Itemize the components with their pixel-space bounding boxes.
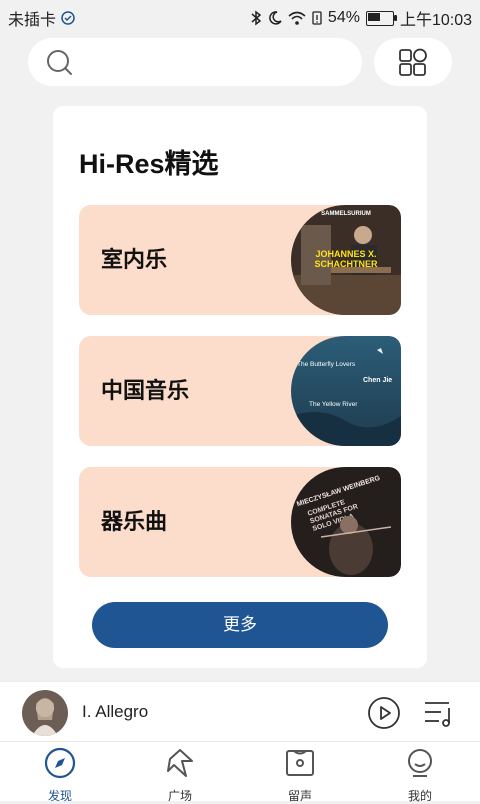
carrier-text: 未插卡 — [8, 12, 57, 29]
cover-artist: Chen Jie — [363, 377, 392, 384]
tab-label: 广场 — [167, 789, 192, 803]
tab-record[interactable]: 留声 — [240, 742, 360, 803]
album-art: SAMMELSURIUM JOHANNES X. SCHACHTNER — [291, 205, 401, 315]
battery-icon — [365, 10, 397, 26]
play-icon[interactable] — [367, 696, 401, 730]
cover-text: The Butterfly Lovers — [297, 361, 356, 368]
category-label: 室内乐 — [101, 247, 168, 272]
album-art: MIECZYSŁAW WEINBERG COMPLETE SONATAS FOR… — [291, 467, 401, 577]
cover-text: SAMMELSURIUM — [321, 211, 371, 217]
sim-alert-icon — [312, 11, 322, 25]
album-cover: SAMMELSURIUM JOHANNES X. SCHACHTNER — [291, 205, 401, 315]
tab-label: 发现 — [47, 789, 72, 803]
category-chamber[interactable]: 室内乐 SAMMELSURIUM JOHANNES X. SCHACHTNER — [79, 205, 401, 315]
compass-icon — [44, 747, 76, 779]
hires-card: Hi-Res精选 室内乐 SAMMELSURIUM JOHANNES X. SC… — [53, 106, 427, 668]
search-icon — [47, 50, 72, 75]
more-button[interactable]: 更多 — [92, 602, 388, 648]
bluetooth-icon — [251, 10, 262, 26]
wifi-icon — [288, 11, 306, 25]
album-cover: The Butterfly Lovers Chen Jie The Yellow… — [291, 336, 401, 446]
tab-mine[interactable]: 我的 — [360, 742, 480, 803]
category-instrumental[interactable]: 器乐曲 MIECZYSŁAW WEINBERG COMPLETE SONATAS… — [79, 467, 401, 577]
clock: 上午10:03 — [399, 12, 472, 29]
tab-bar: 发现 广场 留声 我的 — [0, 741, 480, 803]
grid-icon — [399, 48, 427, 76]
playlist-icon[interactable] — [422, 696, 456, 730]
categories-button[interactable] — [374, 38, 452, 86]
search-bar[interactable] — [28, 38, 362, 88]
now-playing-title[interactable]: I. Allegro — [82, 702, 148, 722]
tab-label: 留声 — [287, 789, 312, 803]
mini-player[interactable]: I. Allegro — [0, 681, 480, 742]
category-label: 中国音乐 — [101, 378, 190, 403]
search-input[interactable] — [84, 38, 358, 88]
status-bar: 未插卡 54% 上午10:03 — [0, 0, 480, 32]
now-playing-artwork[interactable] — [22, 690, 68, 736]
album-cover: MIECZYSŁAW WEINBERG COMPLETE SONATAS FOR… — [291, 467, 401, 577]
moon-icon — [269, 11, 282, 25]
category-chinese[interactable]: 中国音乐 The Butterfly Lovers Chen Jie The Y… — [79, 336, 401, 446]
cover-artist: JOHANNES X. SCHACHTNER — [314, 249, 378, 269]
status-right: 54% 上午10:03 — [250, 6, 472, 30]
sim-icon — [61, 11, 75, 25]
cover-text-2: The Yellow River — [309, 401, 358, 408]
tab-discover[interactable]: 发现 — [0, 742, 120, 803]
record-icon — [286, 750, 314, 776]
album-art: The Butterfly Lovers Chen Jie The Yellow… — [291, 336, 401, 446]
status-left: 未插卡 — [8, 6, 76, 30]
profile-icon — [408, 749, 432, 777]
category-label: 器乐曲 — [101, 509, 168, 534]
battery-percent: 54% — [327, 9, 360, 26]
tab-plaza[interactable]: 广场 — [120, 742, 240, 803]
plaza-icon — [167, 749, 193, 777]
card-title: Hi-Res精选 — [79, 149, 219, 179]
tab-label: 我的 — [407, 789, 432, 803]
